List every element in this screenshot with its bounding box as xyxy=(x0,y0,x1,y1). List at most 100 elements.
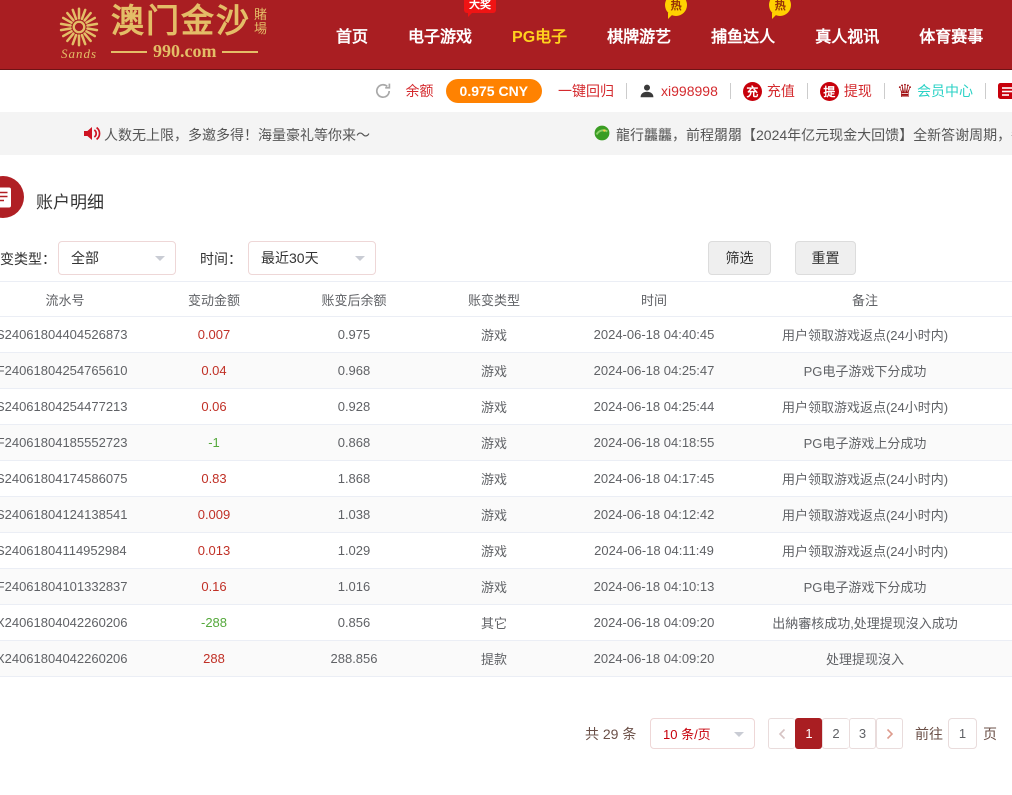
user-bar: 余额 0.975 CNY 一键回归 xi998998 充 充值 提 提现 ♛ 会… xyxy=(0,70,1012,112)
table-row: SF24061804185552723-10.868游戏2024-06-18 0… xyxy=(0,425,1012,461)
time-filter-label: 时间： xyxy=(200,249,242,269)
cell-amount: -288 xyxy=(144,615,284,630)
member-center-link[interactable]: 会员中心 xyxy=(917,81,973,101)
cell-balance: 0.856 xyxy=(284,615,424,630)
withdraw-link[interactable]: 提现 xyxy=(844,81,872,101)
logo-domain-text: 990.com xyxy=(147,41,222,62)
cell-remark: 处理提现沒入 xyxy=(744,649,1012,668)
cell-serial: FS24061804114952984 xyxy=(0,543,144,558)
cell-balance: 1.868 xyxy=(284,471,424,486)
nav-item-live-casino[interactable]: 真人视讯 xyxy=(815,23,879,47)
cell-balance: 288.856 xyxy=(284,651,424,666)
nav-item-home[interactable]: 首页 xyxy=(336,23,368,47)
announcement-bar: 人数无上限，多邀多得！海量豪礼等你来～ 龍行龘龘，前程朤朤【2024年亿元现金大… xyxy=(0,112,1012,155)
cell-time: 2024-06-18 04:25:47 xyxy=(564,363,744,378)
logo-brand-text: 澳门金沙 xyxy=(111,4,251,40)
hot-badge: 热 xyxy=(769,0,791,16)
table-header-row: 流水号 变动金额 账变后余额 账变类型 时间 备注 xyxy=(0,281,1012,317)
cell-type: 游戏 xyxy=(424,541,564,560)
cell-serial: TX24061804042260206 xyxy=(0,651,144,666)
cell-serial: FS24061804254477213 xyxy=(0,399,144,414)
logo-casino-tag: 賭場 xyxy=(254,8,269,36)
filter-button[interactable]: 筛选 xyxy=(708,241,771,275)
cell-remark: 用户领取游戏返点(24小时内) xyxy=(744,541,1012,560)
type-filter-select[interactable]: 全部 xyxy=(58,241,176,275)
page-unit-label: 页 xyxy=(983,724,997,744)
username[interactable]: xi998998 xyxy=(661,83,718,99)
speaker-icon xyxy=(82,123,103,149)
header-balance: 账变后余额 xyxy=(284,290,424,309)
cell-serial: FS24061804404526873 xyxy=(0,327,144,342)
pager: 123 xyxy=(768,718,903,749)
cell-amount: 0.16 xyxy=(144,579,284,594)
table-row: XF240618042547656100.040.968游戏2024-06-18… xyxy=(0,353,1012,389)
cell-serial: TX24061804042260206 xyxy=(0,615,144,630)
cell-amount: 0.04 xyxy=(144,363,284,378)
nav-item-sports[interactable]: 体育赛事 xyxy=(919,23,983,47)
type-filter-label: 账变类型： xyxy=(0,249,56,269)
cell-balance: 0.928 xyxy=(284,399,424,414)
deposit-link[interactable]: 充值 xyxy=(767,81,795,101)
nav-item-fishing[interactable]: 捕鱼达人热 xyxy=(711,23,775,47)
goto-page-input[interactable] xyxy=(948,718,977,749)
cell-time: 2024-06-18 04:12:42 xyxy=(564,507,744,522)
cell-balance: 0.868 xyxy=(284,435,424,450)
page-size-select[interactable]: 10 条/页 xyxy=(650,718,755,749)
nav-item-board-games[interactable]: 棋牌游艺热 xyxy=(607,23,671,47)
table-row: TX24061804042260206288288.856提款2024-06-1… xyxy=(0,641,1012,677)
table-row: XF240618041013328370.161.016游戏2024-06-18… xyxy=(0,569,1012,605)
reset-button[interactable]: 重置 xyxy=(795,241,856,275)
header-serial: 流水号 xyxy=(0,290,144,309)
cell-serial: FS24061804174586075 xyxy=(0,471,144,486)
cell-serial: XF24061804101332837 xyxy=(0,579,144,594)
cell-balance: 0.968 xyxy=(284,363,424,378)
header-remark: 备注 xyxy=(744,290,1012,309)
cell-balance: 1.038 xyxy=(284,507,424,522)
cell-amount: 0.83 xyxy=(144,471,284,486)
header-amount: 变动金额 xyxy=(144,290,284,309)
table-row: FS240618041745860750.831.868游戏2024-06-18… xyxy=(0,461,1012,497)
next-page-button[interactable] xyxy=(876,718,903,749)
logo-sands-script: Sands xyxy=(61,46,97,62)
cell-remark: 用户领取游戏返点(24小时内) xyxy=(744,325,1012,344)
cell-time: 2024-06-18 04:25:44 xyxy=(564,399,744,414)
crown-icon: ♛ xyxy=(897,82,913,100)
cell-type: 其它 xyxy=(424,613,564,632)
cell-type: 游戏 xyxy=(424,505,564,524)
page-button-2[interactable]: 2 xyxy=(822,718,849,749)
account-detail-icon xyxy=(0,176,24,218)
cell-type: 游戏 xyxy=(424,469,564,488)
cell-time: 2024-06-18 04:17:45 xyxy=(564,471,744,486)
balance-value: 0.975 CNY xyxy=(446,79,542,103)
cell-serial: FS24061804124138541 xyxy=(0,507,144,522)
sun-logo-icon xyxy=(55,4,103,50)
one-key-return-link[interactable]: 一键回归 xyxy=(558,81,614,101)
table-row: FS240618042544772130.060.928游戏2024-06-18… xyxy=(0,389,1012,425)
cell-amount: 0.007 xyxy=(144,327,284,342)
nav-item-electronic-games[interactable]: 电子游戏大奖 xyxy=(408,23,472,47)
cell-time: 2024-06-18 04:10:13 xyxy=(564,579,744,594)
nav-item-pg-electronic[interactable]: PG电子 xyxy=(512,23,567,47)
message-icon[interactable] xyxy=(998,82,1012,101)
page-button-1[interactable]: 1 xyxy=(795,718,822,749)
prev-page-button[interactable] xyxy=(768,718,795,749)
chevron-down-icon xyxy=(355,256,365,266)
goto-label: 前往 xyxy=(915,724,943,744)
cell-time: 2024-06-18 04:40:45 xyxy=(564,327,744,342)
deposit-icon: 充 xyxy=(743,82,762,101)
refresh-icon[interactable] xyxy=(374,82,392,100)
page-button-3[interactable]: 3 xyxy=(849,718,876,749)
cell-remark: PG电子游戏下分成功 xyxy=(744,577,1012,596)
pagination: 共 29 条 10 条/页 123 前往 页 xyxy=(0,716,1012,752)
cell-time: 2024-06-18 04:18:55 xyxy=(564,435,744,450)
time-filter-select[interactable]: 最近30天 xyxy=(248,241,376,275)
cell-remark: PG电子游戏下分成功 xyxy=(744,361,1012,380)
site-logo[interactable]: Sands 澳门金沙 賭場 990.com xyxy=(55,4,269,62)
chevron-down-icon xyxy=(155,256,165,266)
page-title: 账户明细 xyxy=(36,188,104,213)
cell-serial: SF24061804185552723 xyxy=(0,435,144,450)
cell-serial: XF24061804254765610 xyxy=(0,363,144,378)
cell-time: 2024-06-18 04:09:20 xyxy=(564,651,744,666)
account-detail-table: 流水号 变动金额 账变后余额 账变类型 时间 备注 FS240618044045… xyxy=(0,281,1012,677)
cell-amount: 288 xyxy=(144,651,284,666)
